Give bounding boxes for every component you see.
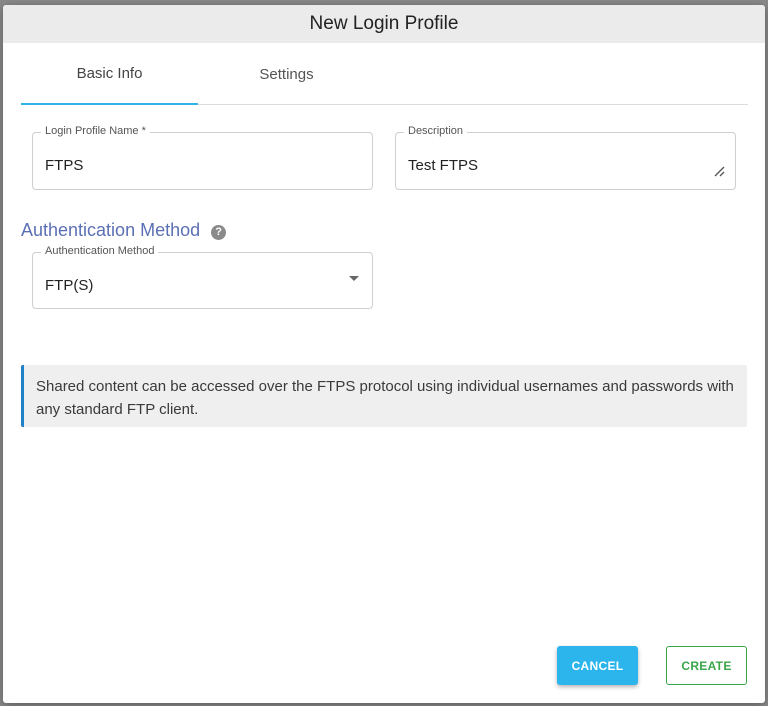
cancel-button[interactable]: CANCEL (557, 646, 638, 685)
authentication-method-select[interactable]: Authentication Method FTP(S) (32, 245, 373, 309)
authentication-method-title: Authentication Method (21, 220, 201, 240)
description-label: Description (404, 125, 468, 137)
info-message-text: Shared content can be accessed over the … (36, 378, 734, 418)
tab-basic-info[interactable]: Basic Info (21, 43, 198, 105)
new-login-profile-dialog: New Login Profile Basic Info Settings Lo… (3, 5, 765, 703)
authentication-method-label: Authentication Method (41, 245, 159, 257)
resize-handle-icon[interactable] (713, 165, 725, 177)
authentication-method-value[interactable]: FTP(S) (45, 277, 93, 294)
chevron-down-icon[interactable] (349, 276, 359, 281)
dialog-header: New Login Profile (3, 5, 765, 43)
login-profile-name-field[interactable]: Login Profile Name * FTPS (32, 125, 373, 190)
authentication-method-heading: Authentication Method ? (21, 220, 227, 241)
description-field[interactable]: Description Test FTPS (395, 125, 736, 190)
description-value[interactable]: Test FTPS (408, 157, 478, 174)
tab-bar: Basic Info Settings (21, 43, 748, 105)
dialog-title: New Login Profile (309, 13, 459, 34)
tab-settings[interactable]: Settings (198, 43, 375, 105)
login-profile-name-label: Login Profile Name * (41, 125, 150, 137)
info-message: Shared content can be accessed over the … (21, 365, 747, 427)
login-profile-name-value[interactable]: FTPS (45, 157, 83, 174)
create-button[interactable]: CREATE (666, 646, 747, 685)
help-icon[interactable]: ? (211, 224, 227, 240)
